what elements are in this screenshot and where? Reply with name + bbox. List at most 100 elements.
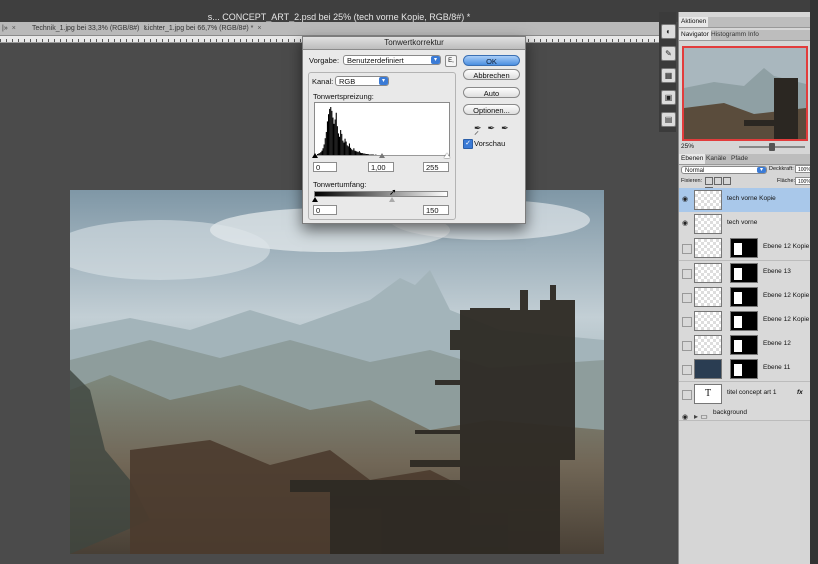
input-black-field[interactable]: 0 bbox=[313, 162, 337, 172]
output-white-field[interactable]: 150 bbox=[423, 205, 449, 215]
layer-row[interactable]: Ttitel concept art 1 fx bbox=[679, 381, 811, 407]
mouse-cursor-icon: ➚ bbox=[389, 187, 397, 197]
preset-options-icon[interactable]: E, bbox=[445, 55, 457, 67]
lock-pixels-icon[interactable] bbox=[714, 177, 722, 185]
visibility-eye-icon[interactable] bbox=[682, 389, 692, 400]
fill-input[interactable]: 100% bbox=[795, 177, 811, 185]
tab-ebenen[interactable]: Ebenen bbox=[679, 154, 706, 164]
fill-label: Fläche: bbox=[777, 178, 796, 184]
visibility-eye-icon[interactable] bbox=[682, 317, 692, 327]
layer-mask-thumbnail[interactable] bbox=[730, 311, 758, 331]
input-gamma-field[interactable]: 1,00 bbox=[368, 162, 394, 172]
histogram-bar bbox=[333, 123, 335, 155]
visibility-eye-icon[interactable] bbox=[682, 268, 692, 279]
navigator-preview[interactable] bbox=[682, 46, 808, 141]
layer-thumbnail[interactable] bbox=[694, 238, 722, 259]
histogram-bar bbox=[324, 138, 326, 155]
layer-row[interactable]: Ebene 12 Kopie bbox=[679, 236, 811, 262]
layer-thumbnail[interactable] bbox=[694, 286, 722, 307]
black-point-eyedropper-icon[interactable]: ✒ bbox=[474, 123, 488, 133]
blend-mode-select[interactable]: Normal ▾ bbox=[681, 166, 767, 174]
layer-mask-thumbnail[interactable] bbox=[730, 359, 758, 380]
visibility-eye-icon[interactable] bbox=[682, 292, 692, 303]
lock-transparent-icon[interactable] bbox=[705, 177, 713, 185]
lock-position-icon[interactable] bbox=[723, 177, 731, 185]
histogram-bar bbox=[326, 121, 328, 155]
tab-technik[interactable]: Technik_1.jpg bei 33,3% (RGB/8#) × bbox=[32, 22, 148, 35]
tab-pfade[interactable]: Pfade bbox=[729, 154, 750, 164]
layer-name: Ebene 12 Kopie 3 bbox=[763, 291, 815, 299]
histogram-bar bbox=[335, 112, 337, 155]
layer-row[interactable]: Ebene 11 bbox=[679, 357, 811, 383]
input-white-handle[interactable] bbox=[444, 153, 450, 158]
layer-thumbnail[interactable] bbox=[694, 214, 722, 235]
close-icon[interactable]: × bbox=[12, 25, 16, 32]
tab-aktionen[interactable]: Aktionen bbox=[679, 17, 709, 27]
color-icon[interactable]: ◐ bbox=[661, 24, 676, 39]
tab-lichter[interactable]: Lichter_1.jpg bei 66,7% (RGB/8#) * × bbox=[144, 22, 261, 35]
layer-mask-thumbnail[interactable] bbox=[730, 262, 758, 283]
layer-row[interactable]: Ebene 12 Kopie 3 bbox=[679, 284, 815, 310]
layer-mask-thumbnail[interactable] bbox=[730, 335, 758, 356]
layer-thumbnail[interactable] bbox=[694, 335, 722, 356]
white-point-eyedropper-icon[interactable]: ✒ bbox=[501, 123, 515, 133]
layer-effects-icon[interactable]: fx bbox=[797, 389, 803, 396]
channel-select[interactable]: RGB ▾ bbox=[335, 76, 389, 86]
layer-row[interactable]: Ebene 13 bbox=[679, 260, 811, 286]
histogram-bar bbox=[347, 146, 349, 155]
visibility-eye-icon[interactable] bbox=[682, 341, 692, 352]
zoom-value[interactable]: 25% bbox=[681, 143, 694, 150]
tab-kanaele[interactable]: Kanäle bbox=[704, 154, 728, 164]
histogram-bar bbox=[343, 142, 345, 155]
histogram-bar bbox=[334, 119, 336, 155]
adjustments-icon[interactable]: ▣ bbox=[661, 90, 676, 105]
options-button[interactable]: Optionen... bbox=[463, 104, 520, 115]
output-black-handle[interactable] bbox=[312, 197, 318, 202]
masks-icon[interactable]: ▤ bbox=[661, 112, 676, 127]
visibility-eye-icon[interactable]: ◉ bbox=[682, 220, 690, 228]
cancel-button[interactable]: Abbrechen bbox=[463, 69, 520, 80]
input-gamma-handle[interactable] bbox=[379, 153, 385, 158]
layer-thumbnail[interactable] bbox=[694, 190, 722, 210]
layer-row[interactable]: ◉ tech vorne bbox=[679, 212, 811, 238]
visibility-eye-icon[interactable]: ◉ bbox=[682, 196, 690, 204]
layer-row[interactable]: Ebene 12 bbox=[679, 333, 811, 359]
styles-icon[interactable]: ▦ bbox=[661, 68, 676, 83]
preset-select[interactable]: Benutzerdefiniert ▾ bbox=[343, 55, 441, 65]
close-icon[interactable]: × bbox=[257, 25, 261, 32]
tab-info[interactable]: Info bbox=[746, 30, 761, 40]
document-canvas-image[interactable] bbox=[70, 190, 604, 554]
layer-row[interactable]: Ebene 12 Kopie 2 bbox=[679, 309, 815, 334]
layer-thumbnail[interactable] bbox=[694, 311, 722, 331]
tab-histogramm[interactable]: Histogramm bbox=[709, 30, 748, 40]
auto-button[interactable]: Auto bbox=[463, 87, 520, 98]
visibility-eye-icon[interactable]: ◉ bbox=[682, 414, 690, 422]
histogram-bar bbox=[328, 114, 330, 155]
layer-thumbnail[interactable] bbox=[694, 359, 722, 380]
input-black-handle[interactable] bbox=[312, 153, 318, 158]
zoom-slider-handle[interactable] bbox=[769, 143, 775, 151]
layer-row[interactable]: ◉ tech vorne Kopie bbox=[679, 188, 811, 213]
layer-thumbnail[interactable] bbox=[694, 262, 722, 283]
preset-label: Vorgabe: bbox=[309, 56, 340, 65]
ok-button[interactable]: OK bbox=[463, 55, 520, 66]
layer-row[interactable]: ◉ ▸ ▭ background bbox=[679, 405, 811, 422]
layer-mask-thumbnail[interactable] bbox=[730, 286, 758, 307]
visibility-eye-icon[interactable] bbox=[682, 365, 692, 376]
opacity-input[interactable]: 100% bbox=[795, 165, 811, 173]
layer-mask-thumbnail[interactable] bbox=[730, 238, 758, 259]
histogram-bar bbox=[336, 126, 338, 155]
visibility-eye-icon[interactable] bbox=[682, 244, 692, 255]
zoom-slider[interactable] bbox=[739, 143, 805, 151]
tab-stub[interactable]: |» × bbox=[2, 22, 16, 35]
output-black-field[interactable]: 0 bbox=[313, 205, 337, 215]
tab-navigator[interactable]: Navigator bbox=[679, 30, 711, 40]
preview-checkbox[interactable]: ✓ bbox=[463, 139, 473, 149]
preview-label: Vorschau bbox=[474, 139, 506, 148]
lock-buttons[interactable] bbox=[705, 177, 739, 195]
swatches-icon[interactable]: ✎ bbox=[661, 46, 676, 61]
input-white-field[interactable]: 255 bbox=[423, 162, 449, 172]
histogram-bar bbox=[337, 133, 339, 155]
gray-point-eyedropper-icon[interactable]: ✒ bbox=[488, 123, 502, 133]
text-layer-icon[interactable]: T bbox=[694, 383, 722, 404]
